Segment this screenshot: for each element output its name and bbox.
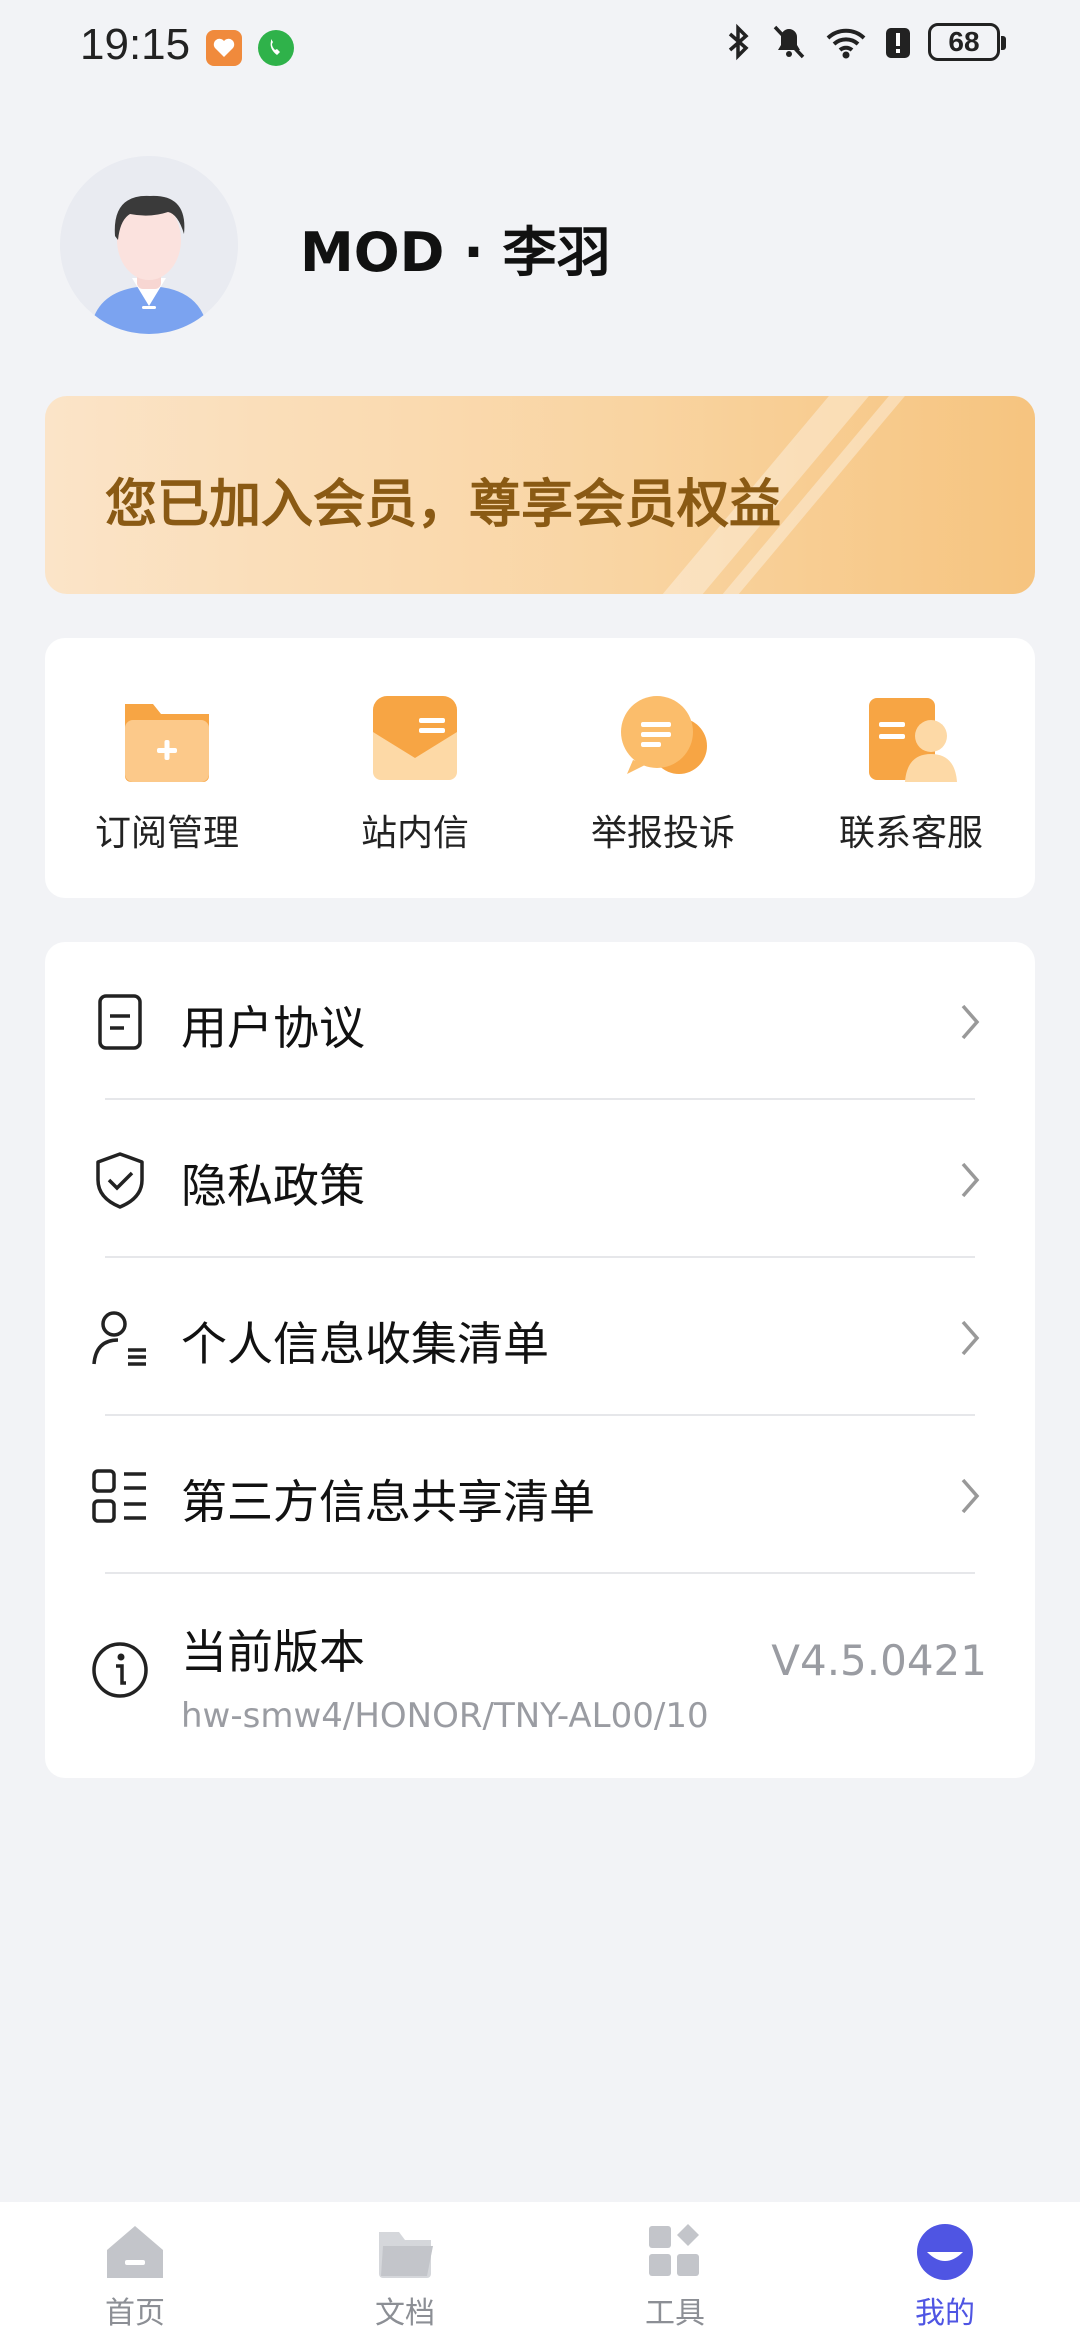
chevron-right-icon	[955, 1158, 985, 1202]
quick-action-subscription[interactable]: 订阅管理	[67, 688, 267, 856]
menu-item-label: 个人信息收集清单	[181, 1317, 549, 1371]
menu-item-user-agreement[interactable]: 用户协议	[45, 942, 1035, 1100]
folder-add-icon	[117, 688, 217, 788]
status-time: 19:15	[80, 20, 191, 69]
menu-item-label: 第三方信息共享清单	[181, 1475, 595, 1529]
phone-app-notification-icon	[258, 30, 294, 66]
folder-icon	[373, 2222, 437, 2282]
bluetooth-icon	[728, 23, 749, 61]
avatar-person-icon	[60, 156, 238, 334]
nav-label: 工具	[645, 2296, 705, 2331]
membership-text: 您已加入会员，尊享会员权益	[105, 475, 782, 535]
version-label: 当前版本	[181, 1625, 365, 1679]
alert-icon	[886, 28, 910, 58]
nav-label: 我的	[915, 2296, 975, 2331]
nav-item-tools[interactable]: 工具	[605, 2222, 745, 2332]
wifi-icon	[826, 28, 866, 59]
profile-face-icon	[913, 2222, 977, 2282]
document-icon	[90, 992, 150, 1052]
user-list-icon	[90, 1308, 150, 1368]
grid-list-icon	[90, 1466, 150, 1526]
menu-item-privacy-policy[interactable]: 隐私政策	[45, 1100, 1035, 1258]
battery-icon: 68	[928, 23, 1006, 61]
nav-item-mine[interactable]: 我的	[875, 2222, 1015, 2332]
menu-item-current-version: 当前版本 hw-smw4/HONOR/TNY-AL00/10 V4.5.0421	[45, 1574, 1035, 1778]
menu-item-label: 隐私政策	[181, 1159, 365, 1213]
quick-action-messages[interactable]: 站内信	[315, 688, 515, 856]
mute-icon	[773, 25, 805, 59]
nav-label: 文档	[375, 2296, 435, 2331]
quick-actions-card: 订阅管理 站内信 举报投诉 联系客服	[45, 638, 1035, 898]
info-icon	[90, 1640, 150, 1700]
status-icons: 68	[724, 22, 1006, 62]
quick-action-report[interactable]: 举报投诉	[563, 688, 763, 856]
status-bar: 19:15 68	[0, 0, 1080, 96]
tools-grid-icon	[643, 2222, 707, 2282]
nav-item-documents[interactable]: 文档	[335, 2222, 475, 2332]
quick-action-label: 举报投诉	[590, 813, 735, 854]
chevron-right-icon	[955, 1316, 985, 1360]
home-icon	[103, 2222, 167, 2282]
menu-item-personal-info-list[interactable]: 个人信息收集清单	[45, 1258, 1035, 1416]
chevron-right-icon	[955, 1474, 985, 1518]
avatar[interactable]	[60, 156, 238, 334]
quick-action-customer-service[interactable]: 联系客服	[811, 688, 1011, 856]
quick-action-label: 站内信	[360, 813, 469, 854]
username: MOD · 李羽	[300, 221, 611, 284]
version-number: V4.5.0421	[771, 1636, 987, 1685]
health-app-notification-icon	[206, 30, 242, 66]
menu-item-label: 用户协议	[181, 1001, 365, 1055]
version-device-info: hw-smw4/HONOR/TNY-AL00/10	[181, 1696, 709, 1736]
chat-bubble-icon	[613, 688, 713, 788]
menu-item-third-party-sharing[interactable]: 第三方信息共享清单	[45, 1416, 1035, 1574]
nav-item-home[interactable]: 首页	[65, 2222, 205, 2332]
customer-service-icon	[861, 688, 961, 788]
bottom-nav: 首页 文档 工具 我的	[0, 2202, 1080, 2340]
chevron-right-icon	[955, 1000, 985, 1044]
battery-level: 68	[948, 26, 980, 57]
nav-label: 首页	[105, 2296, 165, 2331]
shield-check-icon	[90, 1150, 150, 1210]
membership-banner[interactable]: 您已加入会员，尊享会员权益	[45, 396, 1035, 594]
quick-action-label: 联系客服	[838, 813, 983, 854]
settings-menu-card: 用户协议 隐私政策 个人信息收集清单 第三方信息共享清单 当前版本 hw-smw…	[45, 942, 1035, 1778]
mail-icon	[365, 688, 465, 788]
quick-action-label: 订阅管理	[94, 813, 239, 854]
